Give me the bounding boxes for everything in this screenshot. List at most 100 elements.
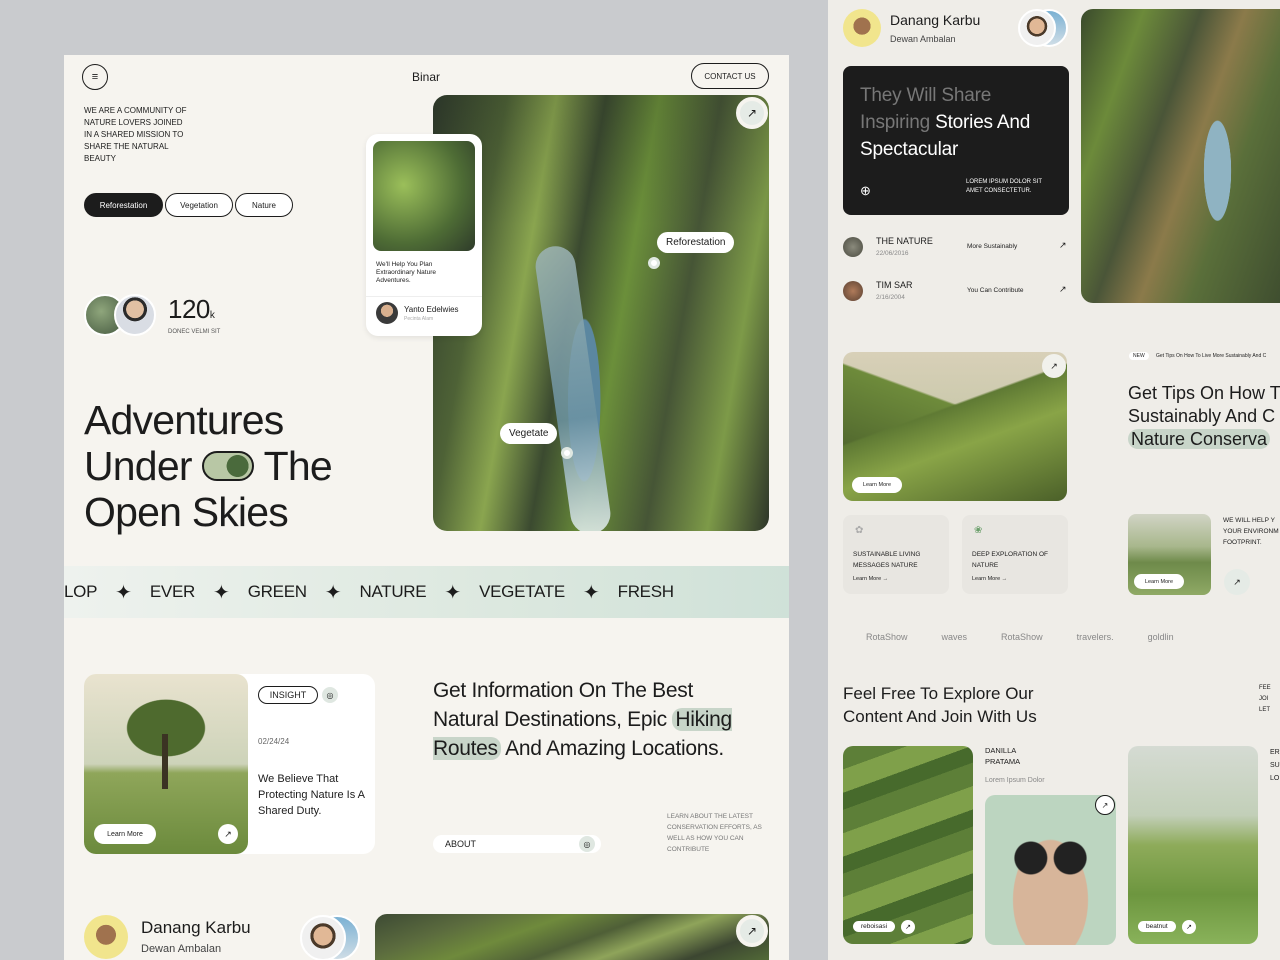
hotspot-reforestation[interactable]: Reforestation: [657, 232, 735, 253]
chip-beatnut[interactable]: beatnut: [1138, 921, 1176, 932]
stat-number: 120k: [168, 294, 215, 325]
landing-page-right: Danang Karbu Dewan Ambalan They Will Sha…: [828, 0, 1280, 960]
stat-value: 120: [168, 294, 210, 324]
info-note: LEARN ABOUT THE LATEST CONSERVATION EFFO…: [667, 813, 762, 853]
list-tag: You Can Contribute: [967, 287, 1024, 294]
feature-title: DEEP EXPLORATION OF NATURE: [972, 551, 1048, 569]
help-arrow-button[interactable]: ↗: [1224, 569, 1250, 595]
feature-link-label: Learn More: [972, 576, 1001, 582]
mountain-arrow-button[interactable]: ↗: [1042, 354, 1066, 378]
chip-arrow-icon[interactable]: ↗: [1182, 920, 1196, 934]
globe-icon: ⊕: [860, 183, 871, 198]
insight-text: We Believe That Protecting Nature Is A S…: [258, 773, 365, 817]
new-badge: NEW: [1129, 352, 1149, 360]
info-headline: Get Information On The Best Natural Dest…: [433, 676, 753, 763]
learn-more-button[interactable]: Learn More: [1134, 574, 1184, 589]
insight-card: Learn More ↗ INSIGHT ◎ 02/24/24 We Belie…: [84, 674, 375, 854]
profile-name: Danang Karbu: [141, 918, 251, 937]
explore-side-note: FEE JOI LET: [1259, 685, 1271, 713]
mini-card-role: Pecinta Alam: [404, 316, 434, 322]
feature-link[interactable]: Learn More →: [853, 576, 888, 582]
about-button[interactable]: ABOUT ◎: [433, 835, 601, 853]
mini-card-author: Yanto Edelwies: [404, 305, 459, 314]
list-item[interactable]: THE NATURE 22/06/2016 More Sustainably ↗: [843, 234, 1069, 264]
list-tag: More Sustainably: [967, 243, 1018, 250]
hero-headline: Adventures Under The Open Skies: [84, 397, 333, 535]
hotspot-dot-2: [561, 447, 573, 459]
list-avatar: [843, 237, 863, 257]
list-date: 22/06/2016: [876, 250, 909, 257]
marquee-word: NATURE: [359, 582, 427, 601]
binoculars-arrow-button[interactable]: ↗: [1095, 795, 1115, 815]
chip-arrow-icon[interactable]: ↗: [901, 920, 915, 934]
star-icon: ✦: [582, 581, 600, 604]
arrow-up-right-icon: ↗: [224, 828, 232, 839]
arrow-up-right-icon: ↗: [1059, 240, 1067, 250]
learn-more-button[interactable]: Learn More: [94, 824, 156, 844]
binoculars-image: [985, 795, 1116, 945]
feature-link[interactable]: Learn More →: [972, 576, 1007, 582]
marquee-word: EVER: [149, 582, 195, 601]
tips-line-3: Nature Conserva: [1128, 429, 1271, 449]
profile-role: Dewan Ambalan: [890, 34, 956, 44]
tree-arrow-button[interactable]: ↗: [218, 824, 238, 844]
tag-nature[interactable]: Nature: [235, 193, 293, 217]
about-label: ABOUT: [445, 839, 477, 849]
canyon-image-right: [1081, 9, 1280, 303]
river: [533, 243, 613, 531]
keyword-marquee: LOP ✦ EVER ✦ GREEN ✦ NATURE ✦ VEGETATE ✦…: [64, 566, 789, 618]
author-name: DANILLA PRATAMA: [985, 746, 1021, 766]
explore-line-2: Content And Join With Us: [843, 707, 1037, 726]
hero-arrow-button[interactable]: ↗: [736, 97, 768, 129]
mini-info-card: We'll Help You Plan Extraordinary Nature…: [366, 134, 482, 336]
partner-logo: goldlin: [1147, 632, 1174, 642]
profile-avatar: [843, 9, 881, 47]
flower-icon: ❀: [974, 525, 983, 536]
feature-link-label: Learn More: [853, 576, 882, 582]
tree-trunk: [162, 734, 168, 789]
contact-button[interactable]: CONTACT US: [691, 63, 769, 89]
list-item[interactable]: TIM SAR 2/16/2004 You Can Contribute ↗: [843, 278, 1069, 308]
arrow-up-right-icon: ↗: [1059, 284, 1067, 294]
bottom-canyon-image: [375, 914, 769, 960]
marquee-word: GREEN: [247, 582, 307, 601]
hero-line-2b: The: [263, 443, 333, 489]
hero-line-3: Open Skies: [84, 489, 289, 535]
brand-name: Binar: [412, 70, 441, 84]
tips-line-2: Sustainably And C: [1128, 406, 1276, 426]
marquee-word: LOP: [64, 582, 98, 601]
explore-headline: Feel Free To Explore Our Content And Joi…: [843, 682, 1037, 728]
leaf-icon: ✿: [855, 525, 864, 536]
tag-vegetation[interactable]: Vegetation: [165, 193, 233, 217]
list-name: TIM SAR: [876, 280, 913, 290]
hotspot-vegetate[interactable]: Vegetate: [500, 423, 558, 444]
profile-name: Danang Karbu: [890, 12, 981, 28]
star-icon: ✦: [324, 581, 342, 604]
list-avatar: [843, 281, 863, 301]
about-icon: ◎: [579, 836, 595, 852]
mini-card-avatar: [376, 302, 398, 324]
chip-reboisasi[interactable]: reboisasi: [853, 921, 896, 932]
tips-headline: Get Tips On How T Sustainably And C Natu…: [1128, 382, 1280, 451]
dark-card-note: LOREM IPSUM DOLOR SIT AMET CONSECTETUR.: [966, 179, 1042, 194]
stat-caption: DONEC VELMI SIT: [168, 329, 221, 335]
author-sub: Lorem Ipsum Dolor: [985, 777, 1045, 784]
arrow-up-right-icon: ↗: [746, 106, 758, 120]
partner-logo: RotaShow: [866, 632, 908, 642]
insight-date: 02/24/24: [258, 737, 290, 746]
stat-unit: k: [209, 310, 215, 321]
feature-card-2[interactable]: ❀ DEEP EXPLORATION OF NATURE Learn More …: [962, 515, 1068, 594]
landing-page-left: ≡ Binar CONTACT US WE ARE A COMMUNITY OF…: [64, 55, 789, 960]
partner-logo: travelers.: [1076, 632, 1114, 642]
info-text-post: And Amazing Locations.: [505, 737, 724, 760]
feature-card-1[interactable]: ✿ SUSTAINABLE LIVING MESSAGES NATURE Lea…: [843, 515, 949, 594]
arrow-up-right-icon: ↗: [1050, 360, 1058, 371]
learn-more-button[interactable]: Learn More: [852, 477, 902, 493]
bottom-arrow-button[interactable]: ↗: [736, 915, 768, 947]
hero-line-2a: Under: [84, 443, 192, 489]
menu-button[interactable]: ≡: [82, 64, 108, 90]
new-note: Get Tips On How To Live More Sustainably…: [1156, 353, 1267, 359]
profile-avatar: [84, 915, 128, 959]
tag-reforestation[interactable]: Reforestation: [84, 193, 163, 217]
hero-canyon-image: [433, 95, 769, 531]
